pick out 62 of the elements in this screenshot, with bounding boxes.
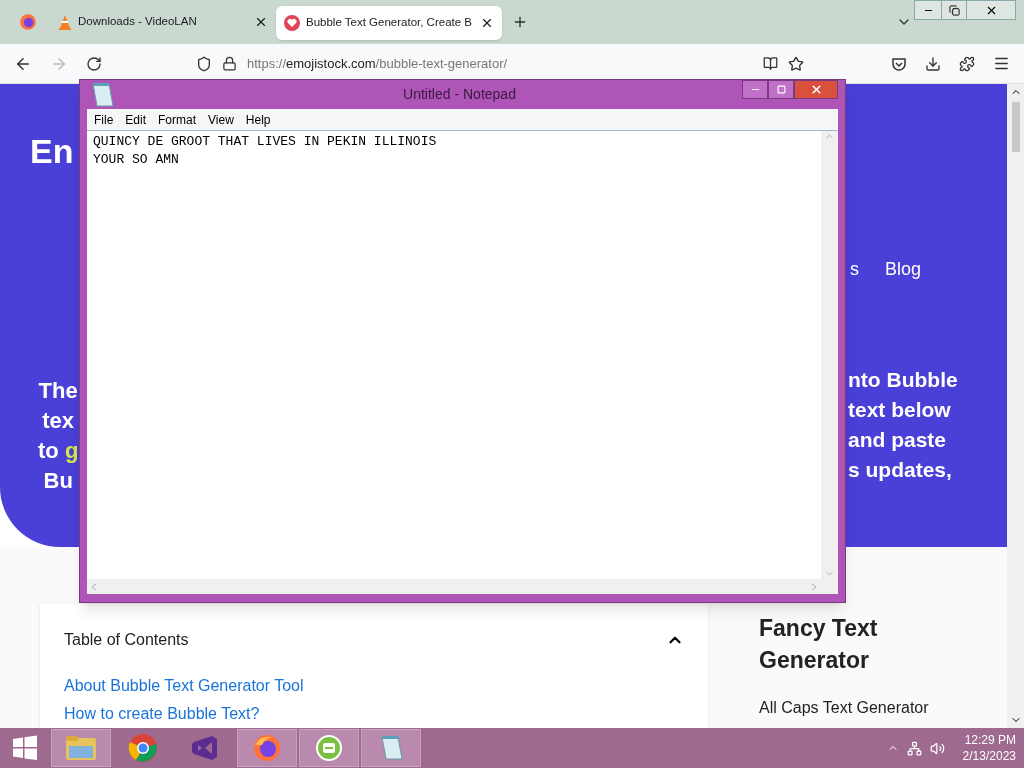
close-icon[interactable] <box>254 15 268 29</box>
fox-globe-icon[interactable] <box>19 13 37 31</box>
scroll-thumb[interactable] <box>1011 102 1020 152</box>
hero-text: and paste <box>848 427 947 453</box>
windows-start-icon[interactable] <box>12 735 38 761</box>
hero-text: nto Bubble <box>848 367 958 393</box>
hero-text: text below <box>848 397 951 423</box>
menu-item[interactable]: View <box>208 110 234 129</box>
tab-title: Bubble Text Generator, Create B <box>306 15 473 31</box>
folder-icon <box>65 734 97 762</box>
bookmark-star-icon[interactable] <box>788 55 804 72</box>
browser-icon <box>128 733 158 763</box>
close-icon[interactable] <box>480 16 494 30</box>
shield-icon[interactable] <box>196 55 212 72</box>
menu-item[interactable]: File <box>94 110 114 129</box>
page-scrollbar[interactable] <box>1007 84 1024 728</box>
hero-text: s updates, <box>848 457 952 483</box>
hero-text: to g <box>38 437 79 465</box>
menu-icon[interactable] <box>993 55 1010 72</box>
volume-icon[interactable] <box>929 740 945 756</box>
contents-link[interactable]: How to create Bubble Text? <box>64 700 684 728</box>
clock-date[interactable]: 2/13/2023 <box>962 748 1016 764</box>
nav-link[interactable]: Blog <box>885 256 922 283</box>
restore-button[interactable] <box>941 1 967 19</box>
hero-text: The <box>38 377 78 405</box>
close-icon <box>809 83 823 96</box>
taskbar-app[interactable] <box>237 729 297 767</box>
browser-tab[interactable]: Downloads - VideoLAN <box>50 2 276 42</box>
menu-item[interactable]: Format <box>158 110 197 129</box>
network-icon[interactable] <box>906 740 922 756</box>
sidebar-link[interactable]: All Caps Text Generator <box>759 696 929 720</box>
traffic-cone-icon <box>58 14 72 30</box>
window-title: Untitled - Notepad <box>403 85 516 104</box>
new-tab-icon[interactable] <box>512 14 528 30</box>
lock-icon[interactable] <box>222 56 237 71</box>
hero-text: tex <box>42 407 75 435</box>
reader-view-icon[interactable] <box>763 56 778 71</box>
text-editor[interactable]: QUINCY DE GROOT THAT LIVES IN PEKIN ILLINOIS YOUR SO AMN <box>87 131 821 579</box>
reload-icon[interactable] <box>86 55 102 72</box>
cloud-icon <box>314 733 344 763</box>
sidebar-heading: Fancy Text Generator <box>759 614 879 675</box>
maximize-icon <box>776 85 786 94</box>
contents-link[interactable]: About Bubble Text Generator Tool <box>64 672 684 700</box>
hero-text: Bu <box>43 467 73 495</box>
clock-time[interactable]: 12:29 PM <box>964 732 1016 748</box>
restore-icon <box>948 4 960 16</box>
tab-title: Downloads - VideoLAN <box>78 14 198 30</box>
menu-item[interactable]: Help <box>245 110 271 129</box>
browser-tab[interactable]: Bubble Text Generator, Create B <box>276 6 502 40</box>
taskbar-app[interactable] <box>299 729 359 767</box>
site-logo[interactable]: En <box>30 134 74 168</box>
menu-item[interactable]: Edit <box>125 110 147 129</box>
ribbon-icon <box>190 733 220 763</box>
nav-link[interactable]: s <box>850 256 859 283</box>
close-button[interactable] <box>794 80 838 99</box>
maximize-button[interactable] <box>768 80 794 99</box>
download-icon[interactable] <box>925 55 941 72</box>
contents-title: Table of Contents <box>64 630 189 650</box>
pocket-icon[interactable] <box>891 55 907 72</box>
puzzle-icon[interactable] <box>959 55 975 72</box>
fox-globe-icon <box>252 733 282 763</box>
taskbar-app[interactable] <box>361 729 421 767</box>
